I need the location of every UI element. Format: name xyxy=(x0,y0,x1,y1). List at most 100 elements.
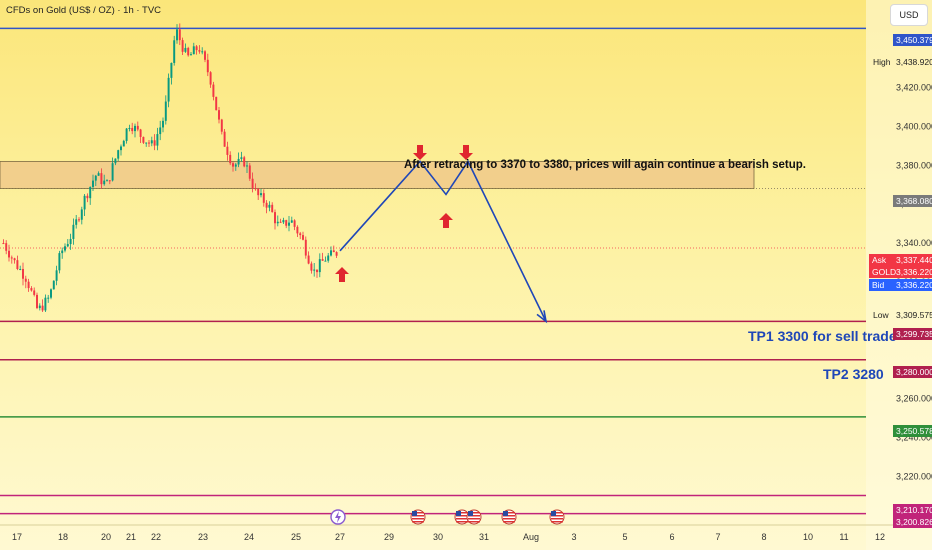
candle-body xyxy=(318,259,321,273)
candle-body xyxy=(226,146,229,155)
candle-body xyxy=(262,193,265,203)
x-tick-label: 29 xyxy=(384,532,394,542)
candle-body xyxy=(106,180,108,182)
candle-body xyxy=(304,239,307,256)
candle-body xyxy=(274,212,276,224)
candle-body xyxy=(134,125,136,132)
x-tick-label: 25 xyxy=(291,532,301,542)
candle-body xyxy=(150,140,153,144)
candle-body xyxy=(2,243,5,245)
candle-body xyxy=(103,180,106,185)
x-tick-label: 17 xyxy=(12,532,22,542)
candle-body xyxy=(83,195,86,210)
y-tick-label: 3,260.000 xyxy=(896,394,932,404)
candle-body xyxy=(19,268,22,270)
chart-stage: 3,420.0003,400.0003,380.0003,360.0003,34… xyxy=(0,0,932,550)
price-tag-value: 3,309.575 xyxy=(896,310,932,320)
price-tag-value: 3,210.170 xyxy=(896,505,932,515)
flag-canton xyxy=(551,511,556,516)
candle-body xyxy=(190,54,192,56)
flag-canton xyxy=(456,511,461,516)
candle-body xyxy=(162,120,164,128)
tp1-label: TP1 3300 for sell trade xyxy=(748,328,897,344)
chart-title[interactable]: CFDs on Gold (US$ / OZ) · 1h · TVC xyxy=(6,5,161,16)
candle-body xyxy=(187,47,190,56)
candle-body xyxy=(41,305,44,311)
candle-body xyxy=(257,188,260,196)
x-tick-label: 27 xyxy=(335,532,345,542)
candle-body xyxy=(64,246,66,251)
y-tick-label: 3,220.000 xyxy=(896,471,932,481)
candle-body xyxy=(52,280,55,290)
candle-body xyxy=(218,110,220,120)
flag-canton xyxy=(412,511,417,516)
price-tag-value: 3,250.578 xyxy=(896,426,932,436)
flag-stripe xyxy=(503,521,515,523)
candle-body xyxy=(55,270,58,281)
x-tick-label: 11 xyxy=(839,532,848,542)
candle-body xyxy=(30,288,33,291)
x-tick-label: Aug xyxy=(523,532,539,542)
candle-body xyxy=(307,255,310,264)
price-tag-value: 3,336.220 xyxy=(896,280,932,290)
candle-body xyxy=(125,128,128,141)
candle-body xyxy=(184,47,187,52)
x-tick-label: 3 xyxy=(571,532,576,542)
candle-body xyxy=(78,219,80,221)
tp2-label: TP2 3280 xyxy=(823,366,884,382)
candle-body xyxy=(321,259,324,261)
x-tick-label: 20 xyxy=(101,532,111,542)
candle-body xyxy=(240,157,243,159)
currency-selector[interactable]: USD xyxy=(890,4,928,26)
candle-body xyxy=(248,165,251,179)
price-chart[interactable]: 3,420.0003,400.0003,380.0003,360.0003,34… xyxy=(0,0,932,550)
candle-body xyxy=(131,127,134,132)
x-tick-label: 31 xyxy=(479,532,489,542)
candle-body xyxy=(330,250,332,256)
price-tag-value: 3,337.440 xyxy=(896,255,932,265)
candle-body xyxy=(302,235,304,240)
flag-canton xyxy=(468,511,473,516)
price-tag-value: 3,280.000 xyxy=(896,367,932,377)
candle-body xyxy=(58,253,61,271)
flag-canton xyxy=(503,511,508,516)
candle-body xyxy=(316,269,318,273)
candle-body xyxy=(212,84,215,97)
candle-body xyxy=(38,305,41,309)
candle-body xyxy=(33,290,36,295)
flag-stripe xyxy=(468,521,480,523)
candle-body xyxy=(80,209,83,220)
x-tick-label: 5 xyxy=(622,532,627,542)
candle-body xyxy=(156,134,159,146)
candle-body xyxy=(251,178,254,189)
candle-body xyxy=(167,77,170,102)
flag-stripe xyxy=(456,521,468,523)
candle-body xyxy=(111,163,114,181)
x-tick-label: 10 xyxy=(803,532,813,542)
x-tick-label: 8 xyxy=(761,532,766,542)
candle-body xyxy=(237,158,240,165)
candle-body xyxy=(299,233,302,236)
y-tick-label: 3,380.000 xyxy=(896,160,932,170)
candle-body xyxy=(192,46,195,55)
price-tag-value: 3,450.379 xyxy=(896,35,932,45)
price-tag-badge-label: Ask xyxy=(872,255,887,265)
candle-body xyxy=(114,158,117,164)
candle-body xyxy=(268,204,271,208)
price-tag-badge-label: GOLD xyxy=(872,267,896,277)
price-tag-badge-label: Bid xyxy=(872,280,885,290)
candle-body xyxy=(153,140,156,146)
candle-body xyxy=(92,180,94,187)
candle-body xyxy=(198,50,201,52)
price-tag-value: 3,200.826 xyxy=(896,517,932,527)
candle-body xyxy=(290,220,293,223)
candle-body xyxy=(122,140,125,147)
candle-body xyxy=(159,127,162,135)
candle-body xyxy=(86,195,89,199)
candle-body xyxy=(296,226,299,234)
price-tag-value: 3,368.080 xyxy=(896,196,932,206)
candle-body xyxy=(206,59,209,73)
candle-body xyxy=(201,51,204,53)
candle-body xyxy=(335,252,338,256)
candle-body xyxy=(100,173,103,185)
